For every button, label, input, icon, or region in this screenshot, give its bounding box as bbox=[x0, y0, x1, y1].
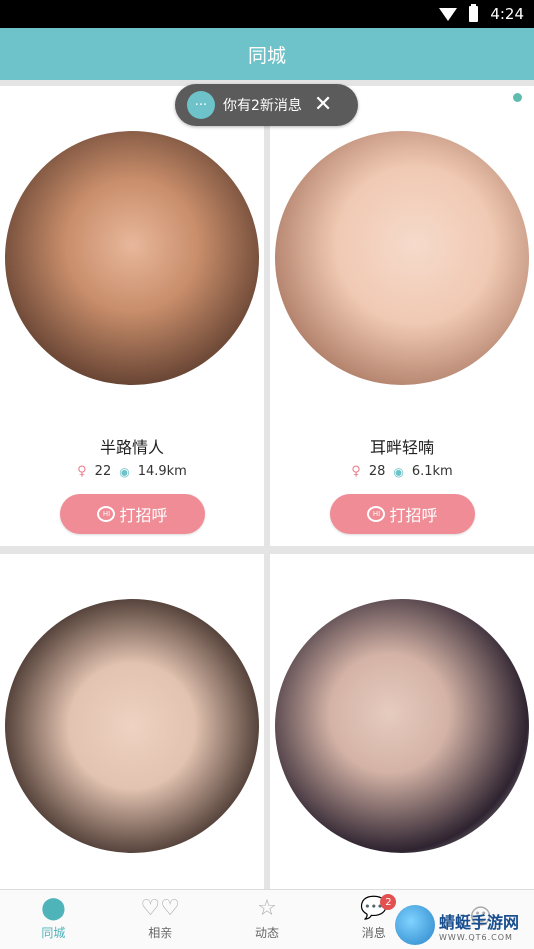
avatar[interactable] bbox=[5, 131, 259, 385]
greet-label: 打招呼 bbox=[389, 506, 438, 525]
watermark-url: WWW.QT6.COM bbox=[439, 932, 513, 942]
profile-card[interactable]: 耳畔轻喃 ♀ 28 ◉ 6.1km HI 打招呼 bbox=[270, 86, 534, 546]
profile-name: 半路情人 bbox=[99, 438, 164, 457]
status-time: 4:24 bbox=[490, 5, 524, 23]
profile-age: 28 bbox=[368, 464, 386, 479]
tab-moments[interactable]: ☆ 动态 bbox=[214, 890, 321, 949]
profile-age: 22 bbox=[94, 464, 112, 479]
watermark-logo bbox=[395, 905, 435, 945]
female-icon: ♀ bbox=[351, 464, 361, 479]
hearts-icon: ♡♡ bbox=[140, 896, 180, 921]
top-header: 同城 bbox=[0, 28, 534, 80]
unread-badge: 2 bbox=[380, 894, 397, 910]
profile-card[interactable] bbox=[0, 554, 264, 889]
greet-button[interactable]: HI 打招呼 bbox=[330, 494, 475, 534]
location-pin-icon: ⬤ bbox=[41, 896, 66, 921]
hi-icon: HI bbox=[367, 506, 386, 522]
chat-bubble-icon: ··· bbox=[187, 91, 215, 119]
battery-icon bbox=[469, 4, 479, 22]
tab-label: 同城 bbox=[41, 926, 66, 940]
location-pin-icon: ◉ bbox=[119, 464, 130, 479]
greet-label: 打招呼 bbox=[119, 506, 168, 525]
profile-distance: 14.9km bbox=[137, 464, 187, 479]
tab-label: 动态 bbox=[254, 926, 279, 940]
tab-label: 相亲 bbox=[148, 926, 173, 940]
status-bar: 4:24 bbox=[0, 0, 534, 28]
avatar[interactable] bbox=[5, 599, 259, 853]
greet-button[interactable]: HI 打招呼 bbox=[60, 494, 205, 534]
profile-card[interactable]: 半路情人 ♀ 22 ◉ 14.9km HI 打招呼 bbox=[0, 86, 264, 546]
female-icon: ♀ bbox=[77, 464, 87, 479]
toast-text: 你有2新消息 bbox=[223, 98, 302, 114]
close-icon[interactable]: ✕ bbox=[314, 94, 332, 116]
star-icon: ☆ bbox=[257, 896, 277, 921]
profile-grid: 半路情人 ♀ 22 ◉ 14.9km HI 打招呼 耳畔轻喃 ♀ 28 ◉ 6.1km … bbox=[0, 86, 534, 889]
profile-meta: ♀ 22 ◉ 14.9km bbox=[0, 464, 264, 479]
watermark: 蜻蜓手游网 WWW.QT6.COM bbox=[395, 905, 519, 945]
avatar[interactable] bbox=[275, 131, 529, 385]
profile-card[interactable] bbox=[270, 554, 534, 889]
tab-matchmaking[interactable]: ♡♡ 相亲 bbox=[107, 890, 214, 949]
hi-icon: HI bbox=[97, 506, 116, 522]
profile-meta: ♀ 28 ◉ 6.1km bbox=[270, 464, 534, 479]
indicator-dot bbox=[513, 93, 522, 102]
location-pin-icon: ◉ bbox=[393, 464, 404, 479]
avatar[interactable] bbox=[275, 599, 529, 853]
page-title: 同城 bbox=[247, 44, 286, 67]
new-message-toast[interactable]: ··· 你有2新消息 ✕ bbox=[175, 84, 358, 126]
tab-label: 消息 bbox=[361, 926, 386, 940]
watermark-title: 蜻蜓手游网 bbox=[439, 912, 520, 932]
profile-distance: 6.1km bbox=[411, 464, 453, 479]
wifi-icon bbox=[439, 7, 458, 21]
tab-same-city[interactable]: ⬤ 同城 bbox=[0, 890, 107, 949]
profile-name: 耳畔轻喃 bbox=[369, 438, 434, 457]
